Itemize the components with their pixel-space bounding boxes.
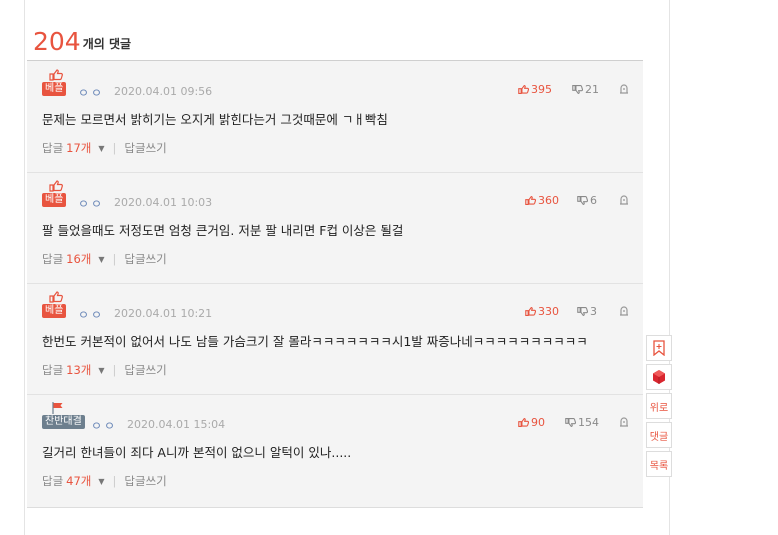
comment-time: 2020.04.01 15:04 (127, 418, 226, 431)
upvote-button[interactable]: 90 (518, 416, 545, 429)
comment-text: 길거리 한녀들이 죄다 A니까 본적이 없으니 알턱이 있나..... (42, 445, 352, 460)
reply-count[interactable]: 17개 (66, 140, 91, 156)
best-badge-wrap: 베플 (42, 291, 72, 319)
list-nav-label: 목록 (649, 460, 669, 472)
reply-count[interactable]: 47개 (66, 473, 91, 489)
comment-author[interactable]: ㅇㅇ (91, 417, 117, 434)
comment-count-label: 개의 댓글 (82, 37, 132, 51)
reply-toggle-label[interactable]: 답글 (42, 251, 63, 267)
reply-toolbar: 답글 16개 ▼ | 답글쓰기 (42, 251, 167, 267)
thumb-down-icon (572, 85, 583, 94)
best-badge-wrap: 베플 (42, 69, 72, 97)
cube-button[interactable] (646, 364, 672, 390)
downvote-count: 154 (578, 416, 599, 429)
thumb-down-icon (577, 196, 588, 205)
write-reply-link[interactable]: 답글쓰기 (124, 251, 166, 267)
upvote-count: 360 (538, 194, 559, 207)
comments-nav-button[interactable]: 댓글 (646, 422, 672, 448)
comment-item: 찬반대결 ㅇㅇ 2020.04.01 15:04 90 154 길거리 한녀들이… (27, 394, 643, 505)
thumb-up-icon (518, 85, 529, 94)
best-badge: 베플 (42, 82, 67, 96)
flag-icon (52, 402, 63, 414)
thumb-up-icon (49, 180, 63, 192)
comment-time: 2020.04.01 09:56 (114, 85, 213, 98)
reply-toolbar: 답글 17개 ▼ | 답글쓰기 (42, 140, 167, 156)
comments-header: 204 개의 댓글 (33, 24, 131, 56)
best-badge: 베플 (42, 304, 67, 318)
upvote-count: 395 (531, 83, 552, 96)
comment-text: 팔 들었을때도 저정도면 엄청 큰거임. 저분 팔 내리면 F컵 이상은 될걸 (42, 223, 404, 238)
write-reply-link[interactable]: 답글쓰기 (124, 473, 166, 489)
best-badge-wrap: 베플 (42, 180, 72, 208)
report-icon[interactable] (619, 84, 629, 94)
report-icon[interactable] (619, 306, 629, 316)
caret-down-icon[interactable]: ▼ (98, 255, 104, 264)
thumb-up-icon (49, 291, 63, 303)
thumb-up-icon (525, 196, 536, 205)
reply-count[interactable]: 13개 (66, 362, 91, 378)
upvote-button[interactable]: 330 (525, 305, 559, 318)
divider: | (112, 252, 117, 266)
report-icon[interactable] (619, 417, 629, 427)
bookmark-icon (653, 340, 665, 356)
comments-nav-label: 댓글 (649, 431, 669, 443)
thumb-up-icon (49, 69, 63, 81)
thumb-up-icon (525, 307, 536, 316)
comment-author[interactable]: ㅇㅇ (78, 306, 104, 323)
best-badge: 베플 (42, 193, 67, 207)
versus-badge-wrap: 찬반대결 (42, 402, 85, 430)
comment-time: 2020.04.01 10:03 (114, 196, 213, 209)
thumb-up-icon (518, 418, 529, 427)
caret-down-icon[interactable]: ▼ (98, 366, 104, 375)
comment-time: 2020.04.01 10:21 (114, 307, 213, 320)
downvote-button[interactable]: 6 (577, 194, 597, 207)
reply-toolbar: 답글 13개 ▼ | 답글쓰기 (42, 362, 167, 378)
reply-toolbar: 답글 47개 ▼ | 답글쓰기 (42, 473, 167, 489)
cube-icon (653, 370, 665, 384)
downvote-button[interactable]: 3 (577, 305, 597, 318)
upvote-button[interactable]: 360 (525, 194, 559, 207)
reply-count[interactable]: 16개 (66, 251, 91, 267)
reply-toggle-label[interactable]: 답글 (42, 473, 63, 489)
scroll-top-button[interactable]: 위로 (646, 393, 672, 419)
caret-down-icon[interactable]: ▼ (98, 144, 104, 153)
comment-text: 한번도 커본적이 없어서 나도 남들 가슴크기 잘 몰라ㅋㅋㅋㅋㅋㅋㅋ시1발 짜… (42, 334, 588, 349)
reply-toggle-label[interactable]: 답글 (42, 140, 63, 156)
reply-toggle-label[interactable]: 답글 (42, 362, 63, 378)
comment-item: 베플 ㅇㅇ 2020.04.01 10:21 330 3 한번도 커본적이 없어… (27, 283, 643, 395)
thumb-down-icon (565, 418, 576, 427)
list-nav-button[interactable]: 목록 (646, 451, 672, 477)
comment-item: 베플 ㅇㅇ 2020.04.01 09:56 395 21 문제는 모르면서 밝… (27, 61, 643, 173)
comment-item: 베플 ㅇㅇ 2020.04.01 10:03 360 6 팔 들었을때도 저정도… (27, 172, 643, 284)
left-border-line (24, 0, 25, 535)
downvote-button[interactable]: 21 (572, 83, 599, 96)
write-reply-link[interactable]: 답글쓰기 (124, 362, 166, 378)
upvote-count: 90 (531, 416, 545, 429)
report-icon[interactable] (619, 195, 629, 205)
bookmark-button[interactable] (646, 335, 672, 361)
thumb-down-icon (577, 307, 588, 316)
divider: | (112, 363, 117, 377)
downvote-count: 3 (590, 305, 597, 318)
downvote-count: 6 (590, 194, 597, 207)
downvote-count: 21 (585, 83, 599, 96)
upvote-button[interactable]: 395 (518, 83, 552, 96)
write-reply-link[interactable]: 답글쓰기 (124, 140, 166, 156)
scroll-top-label: 위로 (649, 402, 669, 414)
downvote-button[interactable]: 154 (565, 416, 599, 429)
divider: | (112, 474, 117, 488)
upvote-count: 330 (538, 305, 559, 318)
comment-count: 204 (33, 27, 81, 56)
versus-badge: 찬반대결 (42, 415, 85, 429)
caret-down-icon[interactable]: ▼ (98, 477, 104, 486)
divider: | (112, 141, 117, 155)
comment-author[interactable]: ㅇㅇ (78, 195, 104, 212)
comment-list: 베플 ㅇㅇ 2020.04.01 09:56 395 21 문제는 모르면서 밝… (27, 60, 643, 508)
comment-text: 문제는 모르면서 밝히기는 오지게 밝힌다는거 그것때문에 ㄱㅐ빡침 (42, 112, 388, 127)
comment-author[interactable]: ㅇㅇ (78, 84, 104, 101)
